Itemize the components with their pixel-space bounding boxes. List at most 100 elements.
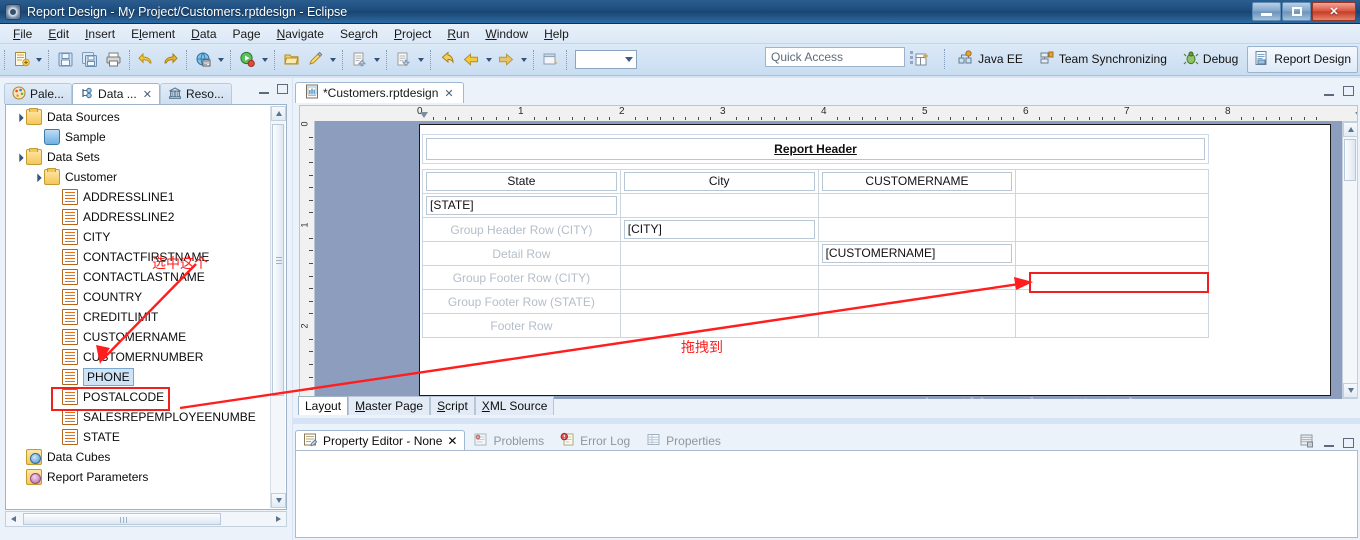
table-cell[interactable]: [1015, 313, 1209, 338]
table-cell[interactable]: [619, 193, 819, 218]
open-resource-icon[interactable]: [280, 49, 302, 71]
data-binding-state[interactable]: [STATE]: [426, 196, 617, 215]
tab-xml-source[interactable]: XML Source: [474, 396, 555, 415]
minimize-view-button[interactable]: [1324, 445, 1334, 447]
table-cell[interactable]: [817, 193, 1017, 218]
table-cell[interactable]: Group Footer Row (STATE): [422, 289, 621, 314]
menu-data[interactable]: Data: [183, 25, 224, 43]
table-header-row[interactable]: State City CUSTOMERNAME: [422, 169, 1209, 194]
previous-annotation-dropdown-arrow[interactable]: [415, 50, 426, 70]
table-cell[interactable]: [1015, 289, 1209, 314]
menu-project[interactable]: Project: [386, 25, 439, 43]
table-cell[interactable]: [817, 313, 1017, 338]
table-cell[interactable]: [CITY]: [619, 217, 819, 242]
restore-view-button[interactable]: [1300, 434, 1315, 451]
tree-item[interactable]: CREDITLIMIT: [6, 307, 269, 327]
tree-item[interactable]: CONTACTLASTNAME: [6, 267, 269, 287]
tree-item[interactable]: CONTACTFIRSTNAME: [6, 247, 269, 267]
menu-insert[interactable]: Insert: [77, 25, 123, 43]
table-cell[interactable]: State: [422, 169, 621, 194]
redo-icon[interactable]: [159, 49, 181, 71]
table-cell[interactable]: [817, 217, 1017, 242]
table-cell[interactable]: City: [619, 169, 819, 194]
close-icon[interactable]: ✕: [143, 88, 152, 101]
menu-file[interactable]: File: [5, 25, 40, 43]
tree-item[interactable]: Report Parameters: [6, 467, 269, 487]
table-cell[interactable]: [817, 265, 1017, 290]
tree-item[interactable]: Sample: [6, 127, 269, 147]
scroll-up-icon[interactable]: [271, 106, 286, 121]
perspective-debug[interactable]: Debug: [1176, 46, 1245, 73]
undo-icon[interactable]: [135, 49, 157, 71]
editor-vertical-scrollbar[interactable]: [1342, 121, 1358, 399]
tab-data-explorer[interactable]: Data ... ✕: [72, 83, 160, 104]
table-cell[interactable]: [1015, 217, 1209, 242]
tab-properties[interactable]: Properties: [638, 430, 729, 451]
table-cell[interactable]: Group Header Row (CITY): [422, 217, 621, 242]
save-all-icon[interactable]: [78, 49, 100, 71]
report-canvas[interactable]: http://blog.csdn.net/ricciozhang Report …: [315, 121, 1358, 399]
tab-master-page[interactable]: Master Page: [348, 396, 431, 415]
scroll-left-icon[interactable]: [6, 512, 21, 526]
tree-item[interactable]: CUSTOMERNUMBER: [6, 347, 269, 367]
quick-access-input[interactable]: Quick Access: [765, 47, 905, 67]
expand-arrow-icon[interactable]: ◢: [29, 169, 45, 185]
perspective-java-ee[interactable]: Java EE: [951, 46, 1030, 73]
toolbar-combo[interactable]: [575, 50, 637, 69]
close-icon[interactable]: ✕: [447, 434, 457, 448]
scroll-right-icon[interactable]: [271, 512, 286, 526]
menu-run[interactable]: Run: [439, 25, 477, 43]
tab-script[interactable]: Script: [430, 396, 475, 415]
tree-item[interactable]: CUSTOMERNAME: [6, 327, 269, 347]
highlight-icon[interactable]: [304, 49, 326, 71]
table-row[interactable]: [STATE]: [422, 193, 1209, 218]
maximize-editor-button[interactable]: [1343, 86, 1354, 96]
run-icon[interactable]: [236, 49, 258, 71]
editor-tab-customers-rptdesign[interactable]: *Customers.rptdesign ✕: [295, 82, 464, 103]
forward-dropdown-arrow[interactable]: [518, 50, 529, 70]
table-cell[interactable]: [1015, 193, 1209, 218]
table-row[interactable]: Group Header Row (CITY) [CITY]: [422, 217, 1209, 242]
tree-item[interactable]: SALESREPEMPLOYEENUMBE: [6, 407, 269, 427]
new-editor-icon[interactable]: [539, 49, 561, 71]
tab-problems[interactable]: Problems: [465, 430, 552, 451]
scrollbar-thumb[interactable]: [1344, 139, 1356, 181]
data-explorer-tree[interactable]: ◢ Data Sources Sample ◢ Data Sets ◢ Customer AD…: [5, 104, 287, 510]
perspective-team-synchronizing[interactable]: Team Synchronizing: [1032, 46, 1174, 73]
close-button[interactable]: ✕: [1312, 2, 1356, 21]
tree-item[interactable]: POSTALCODE: [6, 387, 269, 407]
table-cell[interactable]: [1015, 241, 1209, 266]
minimize-button[interactable]: [1252, 2, 1281, 21]
tree-vertical-scrollbar[interactable]: [270, 106, 286, 508]
run-dropdown-arrow[interactable]: [259, 50, 270, 70]
new-dropdown-arrow[interactable]: [33, 50, 44, 70]
table-cell[interactable]: [619, 265, 819, 290]
perspective-report-design[interactable]: Report Design: [1247, 45, 1358, 73]
report-table[interactable]: Report Header State City CUSTOMERNAME [S…: [422, 134, 1209, 338]
close-icon[interactable]: ✕: [444, 87, 453, 100]
maximize-view-button[interactable]: [1343, 437, 1354, 448]
tree-item[interactable]: COUNTRY: [6, 287, 269, 307]
print-icon[interactable]: [102, 49, 124, 71]
table-cell[interactable]: [619, 241, 819, 266]
back-dropdown-arrow[interactable]: [483, 50, 494, 70]
data-binding-city[interactable]: [CITY]: [623, 220, 815, 239]
minimize-editor-button[interactable]: [1324, 93, 1334, 96]
tree-item[interactable]: ◢ Customer: [6, 167, 269, 187]
table-cell[interactable]: Footer Row: [422, 313, 621, 338]
table-cell[interactable]: [619, 313, 819, 338]
table-cell[interactable]: [STATE]: [422, 193, 621, 218]
web-preview-dropdown-arrow[interactable]: [215, 50, 226, 70]
expand-arrow-icon[interactable]: ◢: [11, 149, 27, 165]
expand-arrow-icon[interactable]: ◢: [11, 109, 27, 125]
table-cell[interactable]: Detail Row: [422, 241, 621, 266]
scroll-down-icon[interactable]: [271, 493, 286, 508]
tree-item[interactable]: ADDRESSLINE1: [6, 187, 269, 207]
table-cell[interactable]: Group Footer Row (CITY): [422, 265, 621, 290]
report-header-cell[interactable]: Report Header: [426, 138, 1205, 160]
maximize-button[interactable]: [1282, 2, 1311, 21]
menu-element[interactable]: Element: [123, 25, 183, 43]
save-icon[interactable]: [54, 49, 76, 71]
highlight-dropdown-arrow[interactable]: [327, 50, 338, 70]
scrollbar-thumb[interactable]: [23, 513, 221, 525]
